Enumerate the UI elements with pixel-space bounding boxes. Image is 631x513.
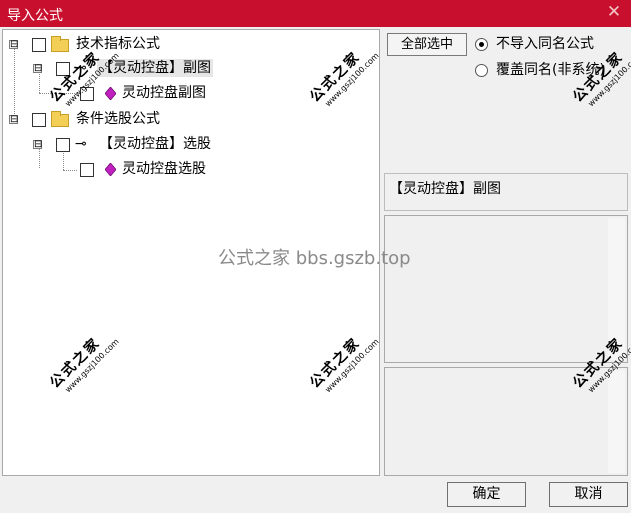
collapse-icon[interactable]: ⊟ xyxy=(9,115,18,125)
tree-node-label: 【灵动控盘】选股 xyxy=(99,136,211,152)
center-watermark: 公式之家 bbs.gszb.top xyxy=(218,248,411,269)
cancel-button[interactable]: 取消 xyxy=(549,482,628,507)
checkbox[interactable] xyxy=(56,138,70,152)
gem-icon xyxy=(105,163,116,176)
close-icon[interactable]: ✕ xyxy=(605,3,623,21)
tree-connector xyxy=(63,170,77,171)
tree-node-label: 条件选股公式 xyxy=(76,111,160,127)
folder-icon xyxy=(51,36,69,52)
tree-connector xyxy=(14,46,15,118)
info-scrollbar[interactable] xyxy=(608,370,625,473)
collapse-icon[interactable]: ⊟ xyxy=(9,40,18,50)
collapse-icon[interactable]: ⊟ xyxy=(33,64,42,74)
preview-panel xyxy=(384,215,628,363)
key-icon: ⊸ xyxy=(75,136,87,152)
tree-node-tech-item[interactable]: 灵动控盘副图 xyxy=(77,84,277,104)
checkbox[interactable] xyxy=(32,38,46,52)
description-box: 【灵动控盘】副图 xyxy=(384,173,628,211)
tree-node-cond-item[interactable]: 灵动控盘选股 xyxy=(77,160,277,180)
radio-overwrite[interactable] xyxy=(475,64,488,77)
radio-no-import[interactable] xyxy=(475,38,488,51)
radio-no-import-label: 不导入同名公式 xyxy=(496,36,594,52)
checkbox[interactable] xyxy=(80,163,94,177)
formula-description: 【灵动控盘】副图 xyxy=(389,181,501,197)
collapse-icon[interactable]: ⊟ xyxy=(33,140,42,150)
window-title: 导入公式 xyxy=(7,8,63,24)
tree-node-cond-group[interactable]: ⊟ ⊸ 【灵动控盘】选股 xyxy=(33,135,253,155)
ok-button[interactable]: 确定 xyxy=(447,482,526,507)
folder-icon xyxy=(51,111,69,127)
tree-node-cond[interactable]: ⊟ 条件选股公式 xyxy=(9,110,209,130)
title-bar: 导入公式 ✕ xyxy=(0,0,631,27)
tree-node-label: 灵动控盘副图 xyxy=(122,85,206,101)
gem-icon xyxy=(105,87,116,100)
tree-node-label: 灵动控盘选股 xyxy=(122,161,206,177)
checkbox[interactable] xyxy=(32,113,46,127)
select-all-button[interactable]: 全部选中 xyxy=(387,33,467,56)
